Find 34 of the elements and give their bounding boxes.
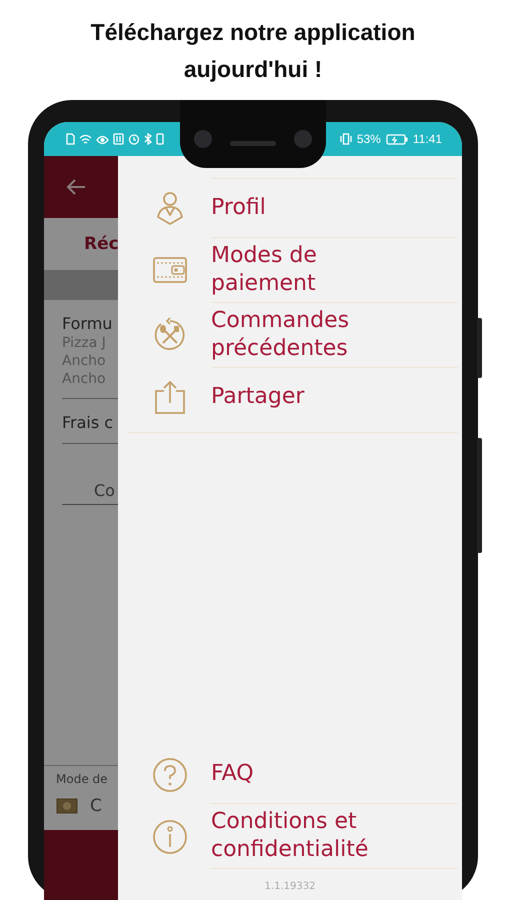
- payment-method: C: [90, 796, 102, 816]
- battery-percentage: 53%: [356, 132, 381, 146]
- version-label: 1.1.19332: [264, 880, 316, 894]
- bluetooth-icon: [144, 133, 152, 145]
- tab[interactable]: Réc: [84, 234, 118, 254]
- battery-icon: [386, 134, 408, 144]
- phone-icon: [156, 133, 164, 145]
- file-icon: [66, 133, 75, 145]
- menu-item[interactable]: Partager: [128, 367, 458, 426]
- alarm-icon: [128, 133, 140, 145]
- menu-item[interactable]: Profil: [128, 178, 458, 237]
- speaker-grille: [230, 140, 276, 146]
- back-arrow-icon[interactable]: [66, 179, 86, 195]
- help-icon: [152, 756, 188, 792]
- order-item-detail: Ancho: [62, 352, 107, 370]
- banknote-icon: [56, 798, 78, 814]
- camera-icon: [194, 130, 212, 148]
- info-icon: [152, 818, 188, 854]
- menu-item[interactable]: Commandes précédentes: [128, 302, 458, 367]
- menu-item[interactable]: Conditions et confidentialité: [128, 804, 458, 869]
- camera-icon: [294, 130, 312, 148]
- vibrate-icon: [340, 133, 352, 145]
- order-item-detail: Pizza J: [62, 334, 107, 352]
- menu-item[interactable]: FAQ: [128, 745, 458, 804]
- wifi-icon: [79, 134, 92, 144]
- headline: Téléchargez notre application aujourd'hui !: [90, 18, 416, 84]
- share-icon: [152, 378, 188, 414]
- order-item-title: Formu: [62, 314, 114, 334]
- order-item-detail: Ancho: [62, 370, 107, 388]
- eye-icon: [96, 134, 109, 144]
- order-button[interactable]: Co: [94, 481, 115, 504]
- fee-label: Frais c: [62, 413, 114, 433]
- menu-item[interactable]: Modes de paiement: [128, 237, 458, 302]
- clock: 11:41: [412, 132, 442, 146]
